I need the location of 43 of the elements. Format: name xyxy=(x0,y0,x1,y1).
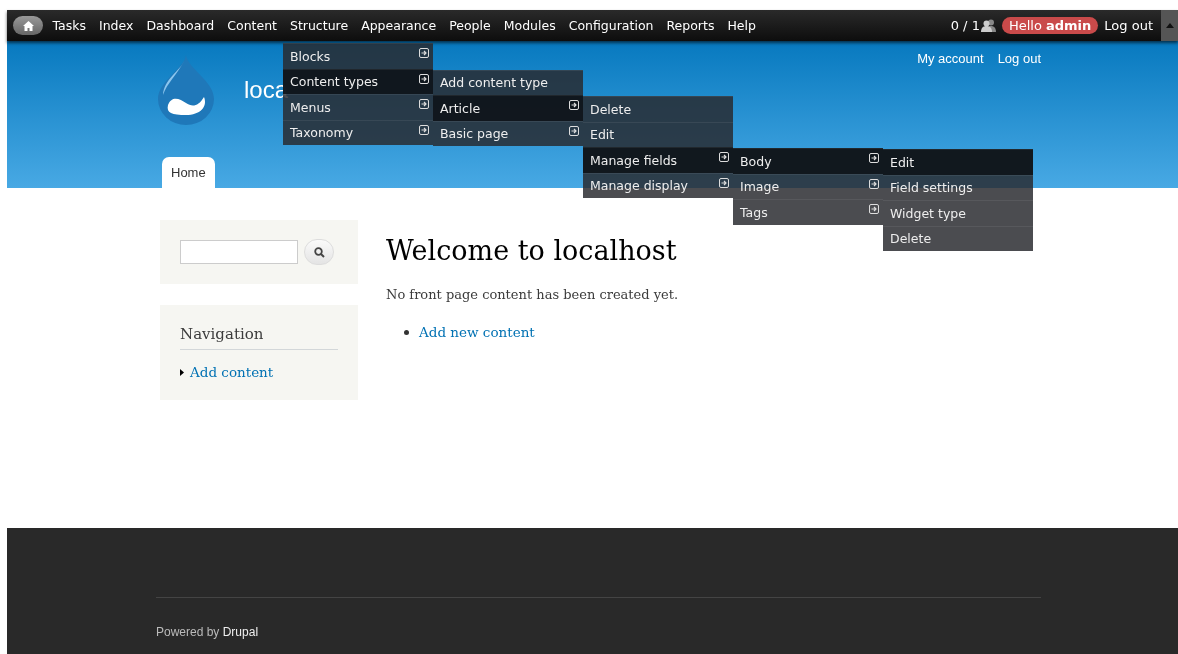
toolbar-link[interactable]: Dashboard xyxy=(139,10,221,41)
toolbar-link[interactable]: Configuration xyxy=(562,10,660,41)
users-icon xyxy=(980,19,996,32)
user-greeting[interactable]: Hello admin xyxy=(1001,17,1099,34)
menu-item[interactable]: Delete xyxy=(883,225,1033,251)
menu-item[interactable]: Body xyxy=(733,148,883,174)
menu-item[interactable]: Edit xyxy=(883,149,1033,175)
search-field[interactable] xyxy=(180,240,298,264)
footer-credit: Powered by Drupal xyxy=(156,625,260,639)
drop-logo-icon[interactable] xyxy=(158,55,214,125)
menu-item[interactable]: Widget type xyxy=(883,200,1033,226)
logout-link[interactable]: Log out xyxy=(1104,18,1153,33)
toolbar-link[interactable]: Tasks xyxy=(46,10,93,41)
menu-item[interactable]: Manage fields xyxy=(583,147,733,173)
toolbar-link[interactable]: People xyxy=(442,10,498,41)
toolbar-link[interactable]: Reports xyxy=(659,10,721,41)
menu-item[interactable]: Content types xyxy=(283,68,433,94)
toggle-button[interactable] xyxy=(1161,10,1178,41)
header-link[interactable]: My account xyxy=(917,51,984,66)
page-title: Welcome to localhost xyxy=(386,235,678,266)
toolbar-link[interactable]: Appearance xyxy=(354,10,443,41)
header-link[interactable]: Log out xyxy=(997,51,1041,66)
empty-message: No front page content has been created yet. xyxy=(386,287,679,302)
bullet-icon xyxy=(404,329,409,335)
menu-item[interactable]: Field settings xyxy=(883,174,1033,200)
content-link[interactable]: Add new content xyxy=(419,324,535,340)
tab[interactable]: Home xyxy=(162,157,215,188)
nav-link[interactable]: Add content xyxy=(190,364,274,380)
home-icon xyxy=(22,20,34,31)
block-title: Navigation xyxy=(180,325,338,350)
bullet-icon xyxy=(180,368,184,376)
toolbar-link[interactable]: Index xyxy=(92,10,140,41)
toolbar-link[interactable]: Content xyxy=(220,10,284,41)
toolbar-link[interactable]: Help xyxy=(720,10,763,41)
search-icon xyxy=(313,246,325,258)
footer-link[interactable]: Drupal xyxy=(222,625,259,639)
toolbar-link[interactable]: Structure xyxy=(283,10,355,41)
search-button[interactable] xyxy=(304,239,334,265)
menu-item[interactable]: Article xyxy=(433,95,583,121)
user-count: 0 / 1 xyxy=(950,18,980,33)
toolbar-link[interactable]: Modules xyxy=(497,10,563,41)
home-button[interactable] xyxy=(13,16,43,35)
caret-up-icon xyxy=(1165,23,1174,28)
